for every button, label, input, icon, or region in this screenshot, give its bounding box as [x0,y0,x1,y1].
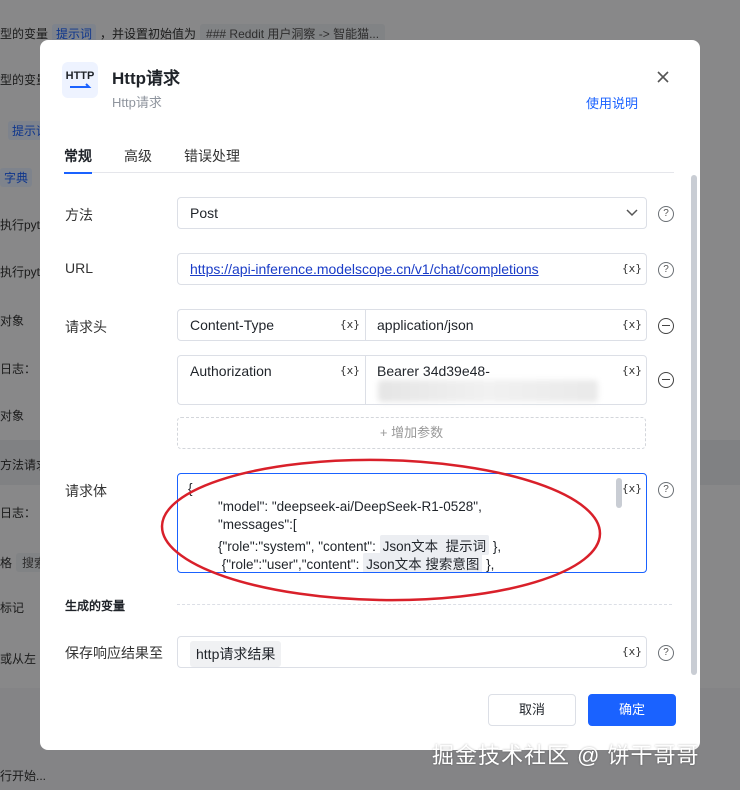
divider [177,604,672,605]
http-request-dialog: HTTP Http请求 Http请求 使用说明 常规 高级 错误处理 方法 Po… [40,40,700,750]
tab-error-handling[interactable]: 错误处理 [184,146,240,173]
add-parameter-label: 增加参数 [391,425,444,440]
header-value-field[interactable]: Bearer 34d39e48- [377,363,490,379]
divider [365,356,366,404]
code-line: {"role":"user","content": Json文本 搜索意图 }, [188,553,495,572]
body-label: 请求体 [65,483,107,499]
header-value-field[interactable]: application/json [377,317,474,333]
remove-header-icon[interactable] [658,318,674,334]
header-row: Content-Type {x} application/json {x} [177,309,647,341]
help-icon[interactable]: ? [658,645,674,661]
code-text: {"role":"user","content": [188,557,364,572]
plus-icon: + [379,425,392,440]
tab-advanced[interactable]: 高级 [124,146,152,173]
watermark: 掘金技术社区 @ 饼干哥哥 [432,743,700,768]
help-icon[interactable]: ? [658,206,674,222]
body-editor[interactable]: { "model": "deepseek-ai/DeepSeek-R1-0528… [177,473,647,573]
tab-general[interactable]: 常规 [64,146,92,174]
insert-variable-icon[interactable]: {x} [340,364,360,377]
insert-variable-icon[interactable]: {x} [622,645,642,658]
code-text: }, [482,557,495,572]
header-key-field[interactable]: Content-Type [190,317,274,333]
remove-header-icon[interactable] [658,372,674,388]
variable-chip[interactable]: Json文本_提示词 [379,535,490,555]
headers-label: 请求头 [65,319,107,335]
svg-text:HTTP: HTTP [66,70,95,82]
method-select[interactable]: Post [177,197,647,229]
insert-variable-icon[interactable]: {x} [622,262,642,275]
help-icon[interactable]: ? [658,482,674,498]
tab-bar: 常规 高级 错误处理 [64,146,674,174]
header-key-field[interactable]: Authorization [190,363,272,379]
url-value: https://api-inference.modelscope.cn/v1/c… [190,261,539,277]
code-text: }, [489,539,502,554]
generated-variables-title: 生成的变量 [65,599,126,613]
add-parameter-button[interactable]: + 增加参数 [177,417,646,449]
code-line: "model": "deepseek-ai/DeepSeek-R1-0528", [188,499,482,514]
help-icon[interactable]: ? [658,262,674,278]
method-label: 方法 [65,207,93,223]
url-input[interactable]: https://api-inference.modelscope.cn/v1/c… [177,253,647,285]
confirm-button[interactable]: 确定 [588,694,676,726]
http-icon: HTTP [62,62,98,98]
save-response-label: 保存响应结果至 [65,645,163,661]
insert-variable-icon[interactable]: {x} [622,482,642,495]
insert-variable-icon[interactable]: {x} [622,364,642,377]
code-text: {"role":"system", "content": [188,539,380,554]
variable-chip[interactable]: Json文本 搜索意图 [363,553,483,572]
insert-variable-icon[interactable]: {x} [340,318,360,331]
chevron-down-icon [626,209,638,217]
insert-variable-icon[interactable]: {x} [622,318,642,331]
method-value: Post [190,205,219,221]
header-row: Authorization {x} Bearer 34d39e48- {x} [177,355,647,405]
url-label: URL [65,260,94,276]
dialog-title: Http请求 [112,69,180,88]
redacted-token [378,380,598,402]
save-response-field[interactable]: http请求结果 {x} [177,636,647,668]
dialog-scrollbar[interactable] [691,175,697,675]
dialog-subtitle: Http请求 [112,95,162,110]
usage-guide-link[interactable]: 使用说明 [586,93,638,112]
variable-name-chip[interactable]: http请求结果 [190,641,282,667]
code-line: { [188,481,193,496]
editor-scrollbar[interactable] [616,478,622,508]
divider [365,310,366,340]
code-line: {"role":"system", "content": Json文本_提示词 … [188,535,501,555]
code-line: "messages":[ [188,517,297,532]
cancel-button[interactable]: 取消 [488,694,576,726]
close-icon[interactable] [652,66,674,88]
